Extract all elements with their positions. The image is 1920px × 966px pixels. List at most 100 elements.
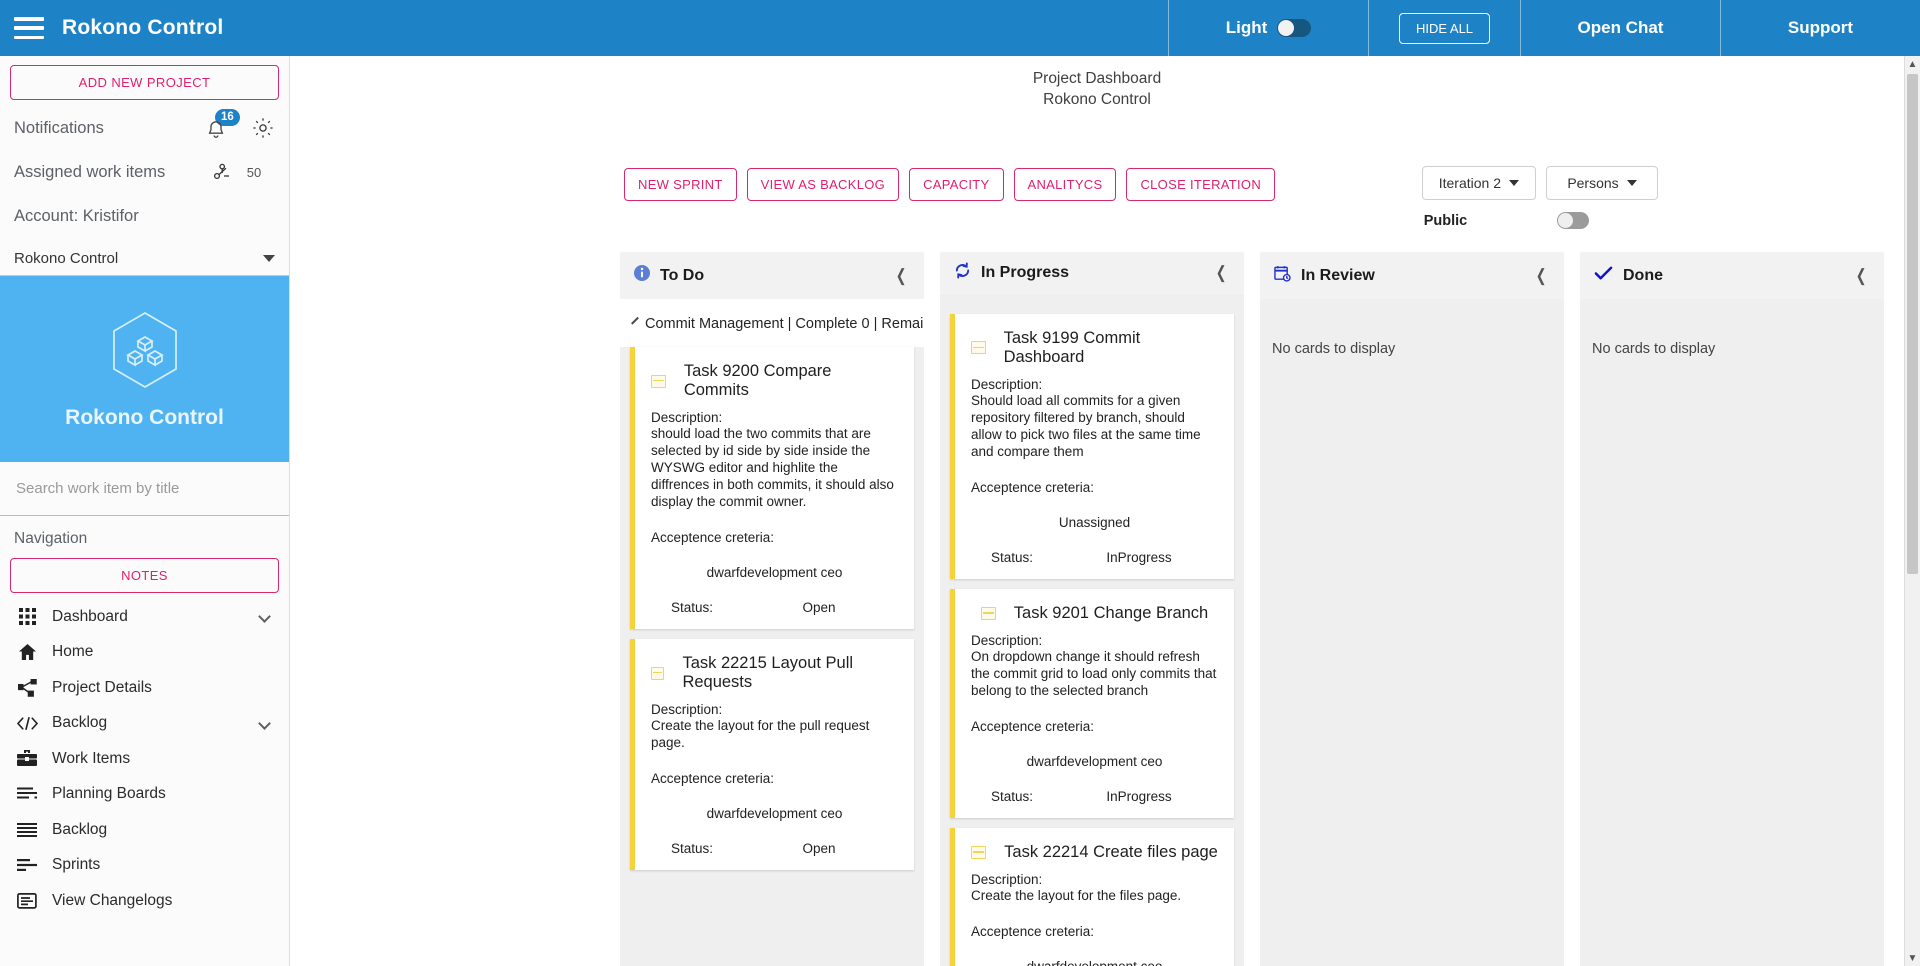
status-value: InProgress <box>1106 788 1172 804</box>
support-button[interactable]: Support <box>1720 0 1920 56</box>
task-card[interactable]: Task 22215 Layout Pull Requests Descript… <box>630 639 914 870</box>
empty-state-message: No cards to display <box>1592 341 1716 357</box>
calendar-clock-icon <box>1274 265 1291 287</box>
new-sprint-button[interactable]: NEW SPRINT <box>624 168 737 201</box>
notes-button[interactable]: NOTES <box>10 558 279 593</box>
board-column-to-do: To Do ❮ Commit Management | Complete 0 |… <box>620 252 924 966</box>
bell-icon[interactable] <box>205 119 227 141</box>
hamburger-icon[interactable] <box>14 17 44 39</box>
sidebar-item-backlog-parent[interactable]: Backlog <box>0 706 289 742</box>
sidebar-item-work-items[interactable]: Work Items <box>0 741 289 777</box>
description-label: Description: <box>971 871 1043 887</box>
column-body: No cards to display <box>1260 299 1564 966</box>
analytics-button[interactable]: ANALITYCS <box>1013 168 1117 201</box>
close-iteration-button[interactable]: CLOSE ITERATION <box>1126 168 1276 201</box>
card-title: Task 9200 Compare Commits <box>683 362 832 399</box>
board-filters: Iteration 2 Persons Public <box>1421 166 1658 229</box>
hide-all-cell[interactable]: HIDE ALL <box>1368 0 1520 56</box>
task-card[interactable]: Task 22214 Create files page Description… <box>950 827 1234 966</box>
task-card[interactable]: Task 9199 Commit Dashboard Description: … <box>950 313 1234 579</box>
chevron-down-icon[interactable] <box>258 610 271 624</box>
card-description: On dropdown change it should refresh the… <box>971 648 1217 698</box>
status-label: Status: <box>671 841 714 856</box>
public-toggle[interactable] <box>1557 212 1590 229</box>
light-theme-toggle-cell[interactable]: Light <box>1168 0 1368 56</box>
sidebar-nav-list: Dashboard Home Project Details Backlog W… <box>0 599 289 966</box>
chevron-left-icon[interactable]: ❮ <box>1534 266 1548 286</box>
sidebar-item-dashboard[interactable]: Dashboard <box>0 599 289 635</box>
chevron-left-icon[interactable]: ❮ <box>1214 263 1228 283</box>
chevron-down-icon <box>1626 180 1637 186</box>
persons-dropdown[interactable]: Persons <box>1546 166 1658 200</box>
board-column-in-progress: In Progress ❮ Task 9199 Commit Dashboard… <box>940 252 1244 966</box>
assigned-work-items-row[interactable]: Assigned work items 50 <box>0 150 289 194</box>
kanban-board: To Do ❮ Commit Management | Complete 0 |… <box>620 252 1884 966</box>
sidebar-item-view-changelogs[interactable]: View Changelogs <box>0 883 289 919</box>
sidebar-item-label: Home <box>52 643 94 661</box>
search-work-item-box[interactable] <box>0 462 289 516</box>
sidebar-item-label: Backlog <box>52 820 108 838</box>
light-toggle-label: Light <box>1225 18 1268 37</box>
light-theme-toggle[interactable] <box>1277 19 1312 37</box>
card-title: Task 22214 Create files page <box>1004 842 1218 861</box>
open-chat-button[interactable]: Open Chat <box>1520 0 1720 56</box>
criteria-label: Acceptence creteria: <box>651 530 775 545</box>
card-header: Task 9200 Compare Commits <box>651 357 898 410</box>
sidebar-item-backlog[interactable]: Backlog <box>0 812 289 848</box>
card-header: Task 22214 Create files page <box>971 838 1218 872</box>
search-input[interactable] <box>14 479 275 498</box>
scroll-down-arrow-icon[interactable]: ▼ <box>1905 950 1920 966</box>
chevron-down-icon[interactable] <box>631 316 639 325</box>
empty-state-message: No cards to display <box>1272 341 1396 357</box>
support-label: Support <box>1787 18 1854 37</box>
status-row: Status: Open <box>651 600 898 615</box>
page-scrollbar[interactable]: ▲ ▼ <box>1904 56 1920 966</box>
card-title: Task 22215 Layout Pull Requests <box>682 654 854 691</box>
sprint-icon <box>16 858 38 872</box>
scrollbar-thumb[interactable] <box>1907 74 1918 574</box>
status-label: Status: <box>991 788 1034 804</box>
notifications-label: Notifications <box>14 118 104 137</box>
lines-icon <box>16 822 38 837</box>
card-description: Create the layout for the files page. <box>971 887 1182 903</box>
sidebar-item-home[interactable]: Home <box>0 635 289 671</box>
sidebar-item-sprints[interactable]: Sprints <box>0 848 289 884</box>
gear-icon[interactable] <box>251 116 275 140</box>
card-list: Task 9199 Commit Dashboard Description: … <box>940 313 1244 966</box>
scroll-up-arrow-icon[interactable]: ▲ <box>1905 56 1920 72</box>
hide-all-button[interactable]: HIDE ALL <box>1398 12 1491 44</box>
task-card[interactable]: Task 9200 Compare Commits Description: s… <box>630 347 914 629</box>
column-title: In Review <box>1301 266 1375 284</box>
column-body: No cards to display <box>1580 299 1884 966</box>
home-icon <box>16 643 38 661</box>
notifications-row[interactable]: Notifications 16 <box>0 106 289 150</box>
top-navigation-bar: Rokono Control Light HIDE ALL Open Chat … <box>0 0 1920 56</box>
tools-icon <box>209 160 233 184</box>
app-root: Rokono Control Light HIDE ALL Open Chat … <box>0 0 1920 966</box>
sidebar-item-project-details[interactable]: Project Details <box>0 670 289 706</box>
chevron-left-icon[interactable]: ❮ <box>894 266 908 286</box>
chevron-left-icon[interactable]: ❮ <box>1854 266 1868 286</box>
sidebar-item-planning-boards[interactable]: Planning Boards <box>0 777 289 813</box>
iteration-dropdown[interactable]: Iteration 2 <box>1421 166 1536 200</box>
chevron-down-icon[interactable] <box>258 716 271 730</box>
card-header: Task 22215 Layout Pull Requests <box>651 649 898 702</box>
task-card[interactable]: Task 9201 Change Branch Description: On … <box>950 588 1234 818</box>
chevron-down-icon[interactable] <box>263 255 275 262</box>
column-header: Done ❮ <box>1580 252 1884 299</box>
card-description: Create the layout for the pull request p… <box>651 718 870 750</box>
capacity-button[interactable]: CAPACITY <box>909 168 1004 201</box>
board-toolbar: NEW SPRINT VIEW AS BACKLOG CAPACITY ANAL… <box>624 168 1276 201</box>
changelog-icon <box>16 892 38 909</box>
card-description: should load the two commits that are sel… <box>651 426 894 509</box>
grid-icon <box>16 608 38 626</box>
sidebar-item-label: Project Details <box>52 678 152 696</box>
bell-icon-wrapper[interactable]: 16 <box>203 109 240 143</box>
board-column-done: Done ❮ No cards to display <box>1580 252 1884 966</box>
project-select-dropdown[interactable]: Rokono Control <box>0 242 289 276</box>
add-new-project-button[interactable]: ADD NEW PROJECT <box>10 65 279 100</box>
public-toggle-label: Public <box>1423 212 1468 229</box>
view-as-backlog-button[interactable]: VIEW AS BACKLOG <box>746 168 900 201</box>
description-label: Description: <box>971 376 1043 392</box>
page-subtitle: Rokono Control <box>1043 91 1151 108</box>
